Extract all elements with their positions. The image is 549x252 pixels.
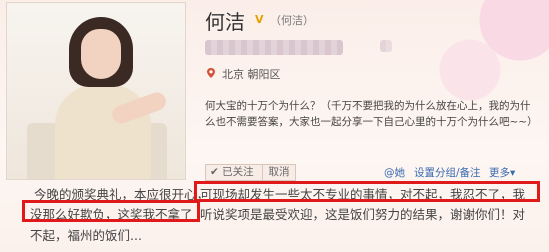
post-text-line3: 不起，福州的饭们... [30,228,142,243]
more-menu-link[interactable]: 更多▾ [489,165,515,180]
profile-photo[interactable] [6,2,186,180]
profile-location: 北京 朝阳区 [222,68,281,81]
unfollow-button[interactable]: 取消 [262,164,296,181]
post-text-line2-right: 听说奖项是最受欢迎，这是饭们努力的结果，谢谢你们！对 [200,207,526,222]
mention-link[interactable]: @她 [384,165,405,180]
blurred-icon [380,40,392,52]
highlight-box-line2 [22,200,200,222]
photo-face [81,29,121,79]
profile-bio: 何大宝的十万个为什么？（千万不要把我的为什么放在心上，我的为什么也不需要答案，大… [205,100,538,128]
profile-nickname: （何洁） [270,14,314,27]
highlight-box-line1 [194,181,540,202]
profile-name: 何洁 [205,10,245,34]
verified-badge-icon: V [255,13,264,26]
location-pin-icon [207,68,215,78]
blurred-region [205,40,343,55]
followed-button[interactable]: ✔ 已关注 [205,164,263,181]
set-group-note-link[interactable]: 设置分组/备注 [414,165,481,180]
